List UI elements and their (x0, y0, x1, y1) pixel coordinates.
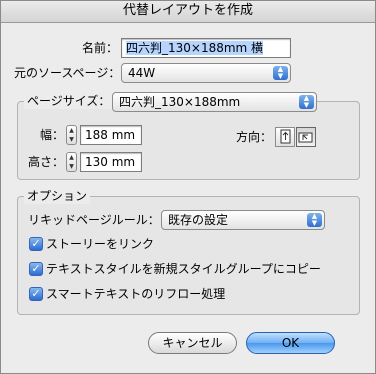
link-stories-label: ストーリーをリンク (46, 237, 155, 251)
width-stepper[interactable]: ▲ ▼ (66, 125, 77, 145)
landscape-button[interactable] (296, 127, 316, 147)
page-size-value: 四六判_130×188mm (119, 95, 241, 109)
source-page-select[interactable]: 44W ▲ ▼ (121, 63, 291, 83)
liquid-rule-select[interactable]: 既存の設定 ▲ ▼ (161, 210, 325, 230)
source-page-value: 44W (128, 66, 156, 80)
smart-reflow-checkbox[interactable]: ✓ (29, 287, 43, 301)
page-size-select[interactable]: 四六判_130×188mm ▲ ▼ (112, 92, 317, 112)
height-label: 高さ： (28, 155, 65, 169)
updown-arrows-icon: ▲ ▼ (307, 213, 322, 227)
link-stories-checkbox[interactable]: ✓ (29, 237, 43, 251)
options-title: オプション (24, 188, 91, 204)
portrait-icon (280, 129, 291, 144)
name-label: 名前： (82, 41, 119, 55)
name-field[interactable]: 四六判_130×188mm 横 (121, 38, 291, 58)
height-stepper[interactable]: ▲ ▼ (66, 152, 77, 172)
height-field[interactable]: 130 mm (80, 152, 142, 172)
source-page-label: 元のソースページ： (14, 66, 121, 80)
width-field[interactable]: 188 mm (80, 125, 142, 145)
copy-styles-label: テキストスタイルを新規スタイルグループにコピー (46, 262, 321, 276)
width-label: 幅： (40, 128, 65, 142)
updown-arrows-icon: ▲ ▼ (299, 95, 314, 109)
copy-styles-checkbox[interactable]: ✓ (29, 262, 43, 276)
portrait-button[interactable] (275, 127, 295, 147)
updown-arrows-icon: ▲ ▼ (273, 66, 288, 80)
ok-button[interactable]: OK (246, 332, 335, 354)
smart-reflow-label: スマートテキストのリフロー処理 (46, 287, 226, 301)
liquid-rule-value: 既存の設定 (168, 213, 229, 227)
landscape-icon (298, 132, 313, 143)
page-size-label: ページサイズ： (24, 93, 114, 109)
dialog-title: 代替レイアウトを作成 (0, 0, 376, 23)
name-value: 四六判_130×188mm 横 (126, 41, 264, 55)
orientation-label: 方向： (236, 130, 273, 144)
cancel-button[interactable]: キャンセル (148, 332, 237, 354)
liquid-rule-label: リキッドページルール： (28, 213, 160, 227)
